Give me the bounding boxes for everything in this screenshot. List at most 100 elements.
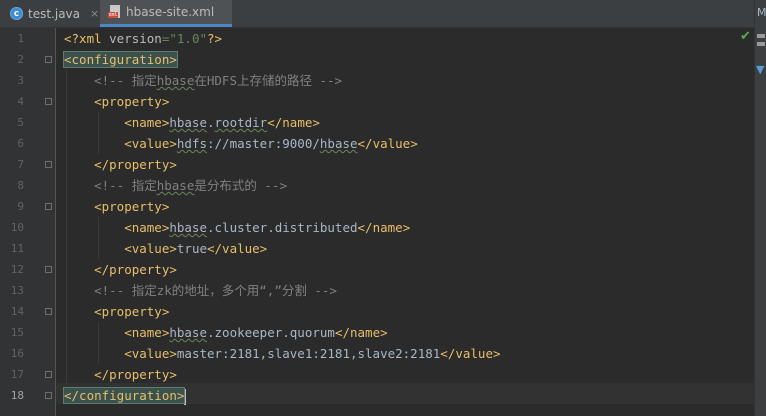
editor-tab-bar: c test.java × xml hbase-site.xml <box>0 0 766 28</box>
code-token: </property> <box>64 262 177 277</box>
code-line[interactable]: <?xml version="1.0"?> <box>64 28 222 49</box>
close-icon[interactable]: × <box>90 7 99 20</box>
code-line[interactable]: <name>hbase.cluster.distributed</name> <box>64 217 410 238</box>
fold-marker-icon[interactable] <box>45 392 52 399</box>
line-number: 18 <box>10 389 24 402</box>
code-token: .cluster.distributed <box>207 220 358 235</box>
tool-window-label[interactable]: M <box>757 6 766 19</box>
line-number-gutter: 1 2 3 4 5 6 7 8 9 10 11 12 13 14 15 16 17 18 <box>0 28 56 416</box>
line-number: 17 <box>10 368 24 381</box>
fold-marker-icon[interactable] <box>45 203 52 210</box>
code-token: master:2181,slave1:2181,slave2:2181 <box>176 346 441 361</box>
code-token: hbase <box>319 136 358 151</box>
line-number: 16 <box>10 347 24 360</box>
line-number: 5 <box>17 116 24 129</box>
code-token: <name> <box>64 325 170 340</box>
line-number: 2 <box>17 53 24 66</box>
code-line[interactable]: <!-- 指定hbase在HDFS上存储的路径 --> <box>64 70 342 91</box>
code-line[interactable]: </configuration> <box>62 385 187 406</box>
tool-window-icon[interactable] <box>757 42 765 46</box>
fold-marker-icon[interactable] <box>45 266 52 273</box>
code-token: <name> <box>64 115 170 130</box>
code-line[interactable]: <value>true</value> <box>64 238 267 259</box>
line-number: 12 <box>10 263 24 276</box>
code-line[interactable]: <name>hbase.zookeeper.quorum</name> <box>64 322 388 343</box>
code-token: ="1.0" <box>161 31 207 46</box>
tab-hbase-site-xml[interactable]: xml hbase-site.xml <box>100 0 232 27</box>
code-token: ://master:9000/ <box>207 136 320 151</box>
code-token: <!-- 指定 <box>64 178 157 193</box>
fold-marker-icon[interactable] <box>45 56 52 63</box>
code-token: 在HDFS上存储的路径 --> <box>194 73 343 88</box>
code-token: <property> <box>64 304 170 319</box>
code-token: </value> <box>207 241 268 256</box>
fold-marker-icon[interactable] <box>45 308 52 315</box>
code-token: </property> <box>64 367 177 382</box>
code-token: version <box>109 31 162 46</box>
right-tool-window-strip: M ▼ <box>754 0 766 416</box>
code-line[interactable]: <value>master:2181,slave1:2181,slave2:21… <box>64 343 501 364</box>
code-token: </configuration> <box>62 387 186 404</box>
code-token: <value> <box>64 346 177 361</box>
code-token: hbase <box>156 73 195 88</box>
tool-window-icon[interactable] <box>757 34 765 38</box>
code-line[interactable]: <property> <box>64 196 169 217</box>
xml-file-icon: xml <box>108 5 121 19</box>
code-token: <?xml <box>64 31 110 46</box>
code-line[interactable]: </property> <box>64 154 177 175</box>
line-number: 13 <box>10 284 24 297</box>
code-token: rootdir <box>214 115 268 130</box>
line-number: 1 <box>17 32 24 45</box>
code-token: </name> <box>357 220 411 235</box>
fold-marker-icon[interactable] <box>45 161 52 168</box>
line-number: 14 <box>10 305 24 318</box>
code-token: </name> <box>334 325 388 340</box>
code-token: </value> <box>440 346 501 361</box>
text-caret <box>184 388 187 405</box>
code-token: <property> <box>64 199 170 214</box>
code-token: </property> <box>64 157 177 172</box>
code-line[interactable]: </property> <box>64 259 177 280</box>
code-line[interactable]: <property> <box>64 301 169 322</box>
code-token: <value> <box>64 136 177 151</box>
fold-marker-icon[interactable] <box>45 371 52 378</box>
code-token: hbase <box>169 115 207 130</box>
code-token: . <box>207 115 215 130</box>
line-number: 8 <box>17 179 24 192</box>
line-number: 15 <box>10 326 24 339</box>
scroll-marker-icon: ▼ <box>756 63 765 76</box>
line-number: 9 <box>17 200 24 213</box>
line-number: 11 <box>10 242 24 255</box>
code-line[interactable]: <!-- 指定hbase是分布式的 --> <box>64 175 287 196</box>
line-number: 3 <box>17 74 24 87</box>
code-line[interactable]: <value>hdfs://master:9000/hbase</value> <box>64 133 418 154</box>
tab-label: hbase-site.xml <box>126 5 215 19</box>
code-token: ?> <box>207 31 223 46</box>
line-number: 4 <box>17 95 24 108</box>
code-token: <name> <box>64 220 170 235</box>
code-token: </name> <box>267 115 320 130</box>
code-token: 是分布式的 --> <box>194 178 287 193</box>
inspection-ok-icon[interactable]: ✔ <box>740 29 751 44</box>
fold-marker-icon[interactable] <box>45 98 52 105</box>
code-token: <configuration> <box>63 51 178 68</box>
code-token: <!-- 指定zk的地址，多个用“,”分割 --> <box>64 283 337 298</box>
code-line[interactable]: <name>hbase.rootdir</name> <box>64 112 320 133</box>
code-token: <property> <box>64 94 170 109</box>
code-token: <!-- 指定 <box>64 73 157 88</box>
code-token: hdfs <box>176 136 207 151</box>
code-token: true <box>176 241 207 256</box>
code-line[interactable]: <property> <box>64 91 169 112</box>
code-token: <value> <box>64 241 177 256</box>
code-token: </value> <box>357 136 418 151</box>
code-token: .zookeeper.quorum <box>207 325 335 340</box>
line-number: 6 <box>17 137 24 150</box>
code-token: hbase <box>169 325 207 340</box>
tab-label: test.java <box>28 6 81 21</box>
code-line[interactable]: <configuration> <box>63 49 178 70</box>
code-token: hbase <box>156 178 195 193</box>
code-line[interactable]: </property> <box>64 364 177 385</box>
code-token: hbase <box>169 220 207 235</box>
tab-test-java[interactable]: c test.java × <box>0 0 100 27</box>
code-line[interactable]: <!-- 指定zk的地址，多个用“,”分割 --> <box>64 280 337 301</box>
